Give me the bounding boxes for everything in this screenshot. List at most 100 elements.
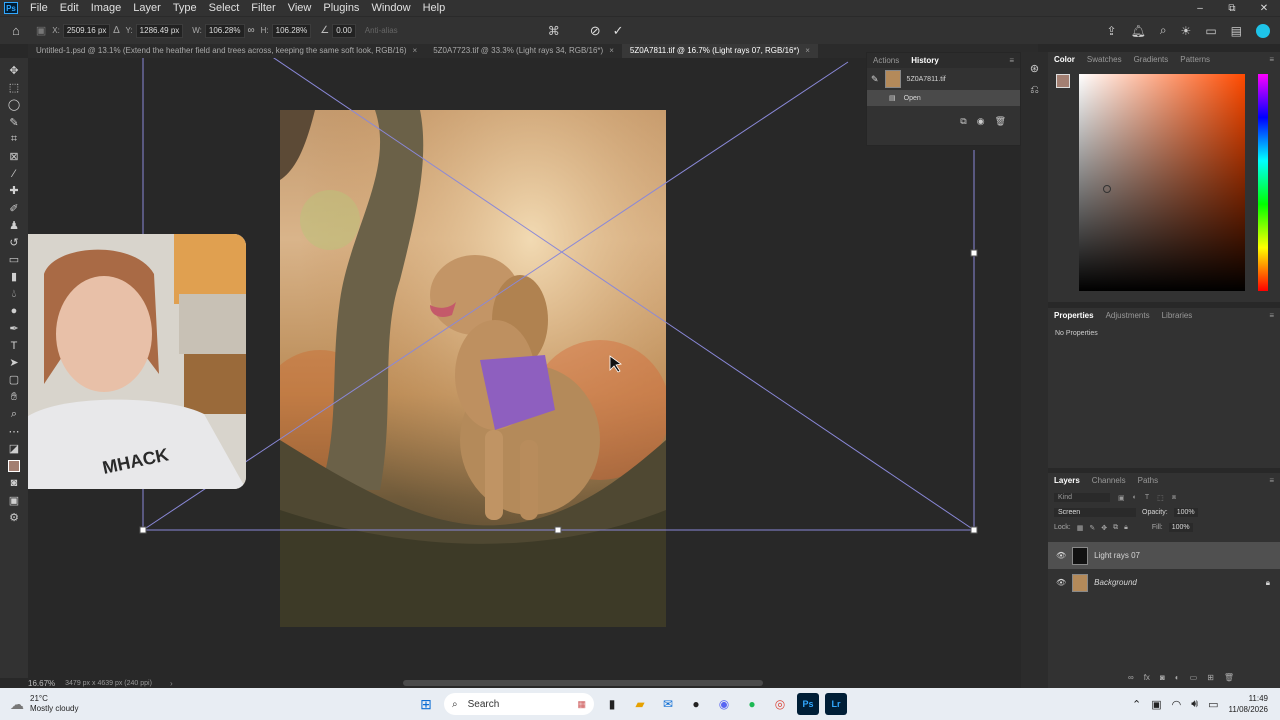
layer-kind-filter[interactable]: Kind bbox=[1054, 493, 1110, 502]
home-icon[interactable]: ⌂ bbox=[12, 23, 20, 38]
blend-mode-select[interactable]: Screen bbox=[1054, 508, 1136, 517]
hand-tool-icon[interactable]: ✋︎ bbox=[4, 389, 24, 406]
close-button[interactable]: ✕ bbox=[1248, 3, 1280, 14]
document-canvas[interactable]: MHACK bbox=[28, 58, 1038, 678]
marquee-tool-icon[interactable]: ⬚ bbox=[4, 79, 24, 96]
angle-field[interactable]: 0.00 bbox=[332, 23, 356, 38]
photoshop-taskbar-icon[interactable]: Ps bbox=[797, 693, 819, 715]
tab-libraries[interactable]: Libraries bbox=[1162, 311, 1193, 320]
discord-icon[interactable]: ◉ bbox=[713, 693, 735, 715]
layer-name[interactable]: Background bbox=[1094, 578, 1137, 587]
outlook-icon[interactable]: ✉ bbox=[657, 693, 679, 715]
default-colors-icon[interactable]: ◪ bbox=[4, 440, 24, 457]
status-arrow-icon[interactable]: › bbox=[170, 679, 173, 688]
eyedropper-tool-icon[interactable]: ⁄ bbox=[4, 165, 24, 182]
tab-5z0a7723[interactable]: 5Z0A7723.tif @ 33.3% (Light rays 34, RGB… bbox=[425, 44, 622, 58]
hue-slider[interactable] bbox=[1258, 74, 1268, 291]
tab-layers[interactable]: Layers bbox=[1054, 476, 1080, 485]
lock-all-icon[interactable]: 🔒︎ bbox=[1124, 524, 1128, 532]
close-tab-icon[interactable]: × bbox=[413, 44, 418, 58]
reference-point-icon[interactable]: ▣ bbox=[36, 24, 46, 37]
spotify-icon[interactable]: ● bbox=[741, 693, 763, 715]
dodge-tool-icon[interactable]: ● bbox=[4, 303, 24, 320]
layer-row-background[interactable]: 👁︎ Background 🔒︎ bbox=[1048, 569, 1280, 596]
restore-button[interactable]: ⧉ bbox=[1216, 3, 1248, 14]
tray-app-icon[interactable]: ▣ bbox=[1151, 698, 1161, 711]
visibility-eye-icon[interactable]: 👁︎ bbox=[1056, 551, 1066, 560]
lock-transparent-icon[interactable]: ▦ bbox=[1077, 524, 1084, 532]
tab-actions[interactable]: Actions bbox=[873, 56, 899, 65]
chrome-icon[interactable]: ◎ bbox=[769, 693, 791, 715]
tab-5z0a7811[interactable]: 5Z0A7811.tif @ 16.7% (Light rays 07, RGB… bbox=[621, 44, 818, 58]
antialias-checkbox[interactable]: Anti-alias bbox=[365, 26, 398, 35]
profile-icon[interactable] bbox=[1256, 23, 1270, 38]
lasso-tool-icon[interactable]: ◯ bbox=[4, 96, 24, 113]
menu-file[interactable]: File bbox=[24, 0, 54, 16]
menu-filter[interactable]: Filter bbox=[245, 0, 281, 16]
clone-stamp-tool-icon[interactable]: ♟ bbox=[4, 217, 24, 234]
lock-position-icon[interactable]: ✥ bbox=[1101, 524, 1107, 532]
lock-image-icon[interactable]: ✎ bbox=[1089, 524, 1095, 532]
filter-pixel-icon[interactable]: ▣ bbox=[1118, 494, 1125, 502]
visibility-eye-icon[interactable]: 👁︎ bbox=[1056, 578, 1066, 587]
close-tab-icon[interactable]: × bbox=[609, 44, 614, 58]
quick-select-tool-icon[interactable]: ✎ bbox=[4, 114, 24, 131]
eraser-tool-icon[interactable]: ▭ bbox=[4, 251, 24, 268]
add-mask-icon[interactable]: ◙ bbox=[1160, 673, 1165, 682]
filter-smart-object-icon[interactable]: ⧈ bbox=[1172, 494, 1176, 502]
share-icon[interactable]: ⇪ bbox=[1107, 24, 1117, 38]
x-field[interactable]: 2509.16 px bbox=[62, 23, 111, 38]
zoom-tool-icon[interactable]: ⌕ bbox=[4, 406, 24, 423]
warp-icon[interactable]: ⌘ bbox=[548, 24, 560, 38]
brush-tool-icon[interactable]: ✐ bbox=[4, 200, 24, 217]
tab-paths[interactable]: Paths bbox=[1138, 476, 1158, 485]
lock-artboard-icon[interactable]: ⧉ bbox=[1113, 524, 1118, 532]
panel-menu-icon[interactable]: ≡ bbox=[1269, 55, 1280, 64]
tab-properties[interactable]: Properties bbox=[1054, 311, 1094, 320]
taskbar-search[interactable]: ⌕ Search ▦ bbox=[444, 693, 594, 715]
delete-layer-icon[interactable]: 🗑︎ bbox=[1224, 673, 1234, 682]
tab-untitled-1[interactable]: Untitled-1.psd @ 13.1% (Extend the heath… bbox=[28, 44, 426, 58]
quick-mask-icon[interactable]: ◙ bbox=[4, 475, 24, 492]
delete-state-icon[interactable]: 🗑︎ bbox=[995, 116, 1006, 127]
libraries-icon[interactable]: ⊛ bbox=[1028, 62, 1042, 76]
tab-channels[interactable]: Channels bbox=[1092, 476, 1126, 485]
new-layer-icon[interactable]: ⊞ bbox=[1207, 673, 1214, 682]
menu-image[interactable]: Image bbox=[85, 0, 128, 16]
github-icon[interactable]: ● bbox=[685, 693, 707, 715]
zoom-level[interactable]: 16.67% bbox=[28, 679, 55, 688]
menu-layer[interactable]: Layer bbox=[127, 0, 167, 16]
tab-swatches[interactable]: Swatches bbox=[1087, 55, 1122, 64]
clock[interactable]: 11:49 11/08/2026 bbox=[1229, 693, 1268, 715]
tab-history[interactable]: History bbox=[911, 56, 939, 65]
history-brush-source-icon[interactable]: ✎ bbox=[871, 74, 879, 85]
layer-name[interactable]: Light rays 07 bbox=[1094, 551, 1140, 560]
workspace-icon[interactable]: ▭ bbox=[1205, 24, 1216, 38]
shape-tool-icon[interactable]: ▢ bbox=[4, 371, 24, 388]
doc-info[interactable]: 3479 px x 4639 px (240 ppi) bbox=[65, 680, 152, 687]
frame-tool-icon[interactable]: ⊠ bbox=[4, 148, 24, 165]
healing-tool-icon[interactable]: ✚ bbox=[4, 182, 24, 199]
link-icon[interactable]: ∞ bbox=[248, 25, 255, 36]
filter-adjustment-icon[interactable]: ◐ bbox=[1133, 494, 1137, 501]
color-picker-marker[interactable] bbox=[1103, 185, 1111, 193]
wifi-icon[interactable]: ◠ bbox=[1172, 698, 1182, 711]
history-step[interactable]: ▤ Open bbox=[867, 90, 1020, 106]
edit-toolbar-icon[interactable]: ⚙ bbox=[4, 509, 24, 526]
close-tab-icon[interactable]: × bbox=[805, 44, 810, 58]
lightroom-taskbar-icon[interactable]: Lr bbox=[825, 693, 847, 715]
height-field[interactable]: 106.28% bbox=[271, 23, 312, 38]
windows-start-icon[interactable]: ⊞ bbox=[415, 693, 437, 715]
menu-plugins[interactable]: Plugins bbox=[317, 0, 365, 16]
panel-menu-icon[interactable]: ≡ bbox=[1009, 56, 1020, 65]
new-document-from-state-icon[interactable]: ⧉ bbox=[960, 116, 966, 127]
menu-select[interactable]: Select bbox=[203, 0, 246, 16]
history-brush-tool-icon[interactable]: ↺ bbox=[4, 234, 24, 251]
filter-type-icon[interactable]: T bbox=[1145, 494, 1149, 501]
adjustment-layer-icon[interactable]: ◐ bbox=[1175, 673, 1180, 682]
history-panel-icon[interactable]: ⎌ bbox=[1028, 84, 1042, 98]
path-select-tool-icon[interactable]: ➤ bbox=[4, 354, 24, 371]
foreground-color-chip[interactable] bbox=[1056, 74, 1070, 88]
crop-tool-icon[interactable]: ⌗ bbox=[4, 131, 24, 148]
new-group-icon[interactable]: ▭ bbox=[1190, 673, 1198, 682]
